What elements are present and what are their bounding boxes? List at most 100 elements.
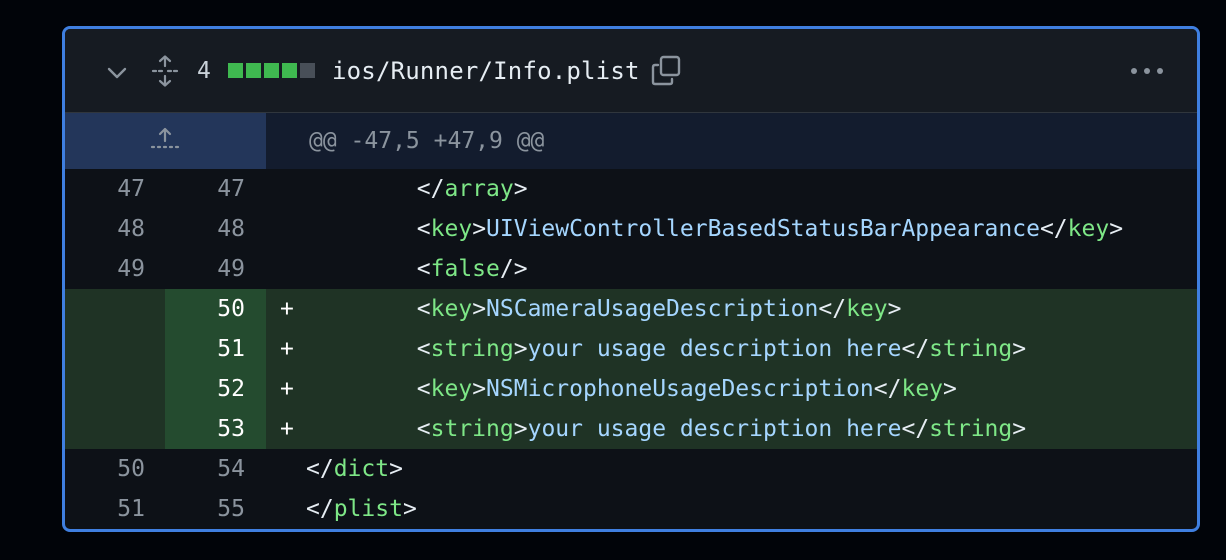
code-token-punc: > bbox=[1012, 416, 1027, 442]
diff-file-card: 4 ios/Runner/Info.plist @@ -47,5 +47,9 @… bbox=[62, 26, 1200, 532]
code-token-punc: > bbox=[513, 416, 528, 442]
file-path[interactable]: ios/Runner/Info.plist bbox=[332, 56, 640, 86]
added-line-row: 51 + <string>your usage description here<… bbox=[65, 329, 1197, 369]
diffstat-square-add bbox=[264, 63, 279, 78]
added-line-row: 53 + <string>your usage description here<… bbox=[65, 409, 1197, 449]
diff-sign: + bbox=[280, 416, 294, 442]
context-line-row: 50 54 </dict> bbox=[65, 449, 1197, 489]
diffstat-square-add bbox=[282, 63, 297, 78]
added-line-row: 50 + <key>NSCameraUsageDescription</key> bbox=[65, 289, 1197, 329]
code-token-tag: string bbox=[929, 336, 1013, 362]
code-token-punc: > bbox=[1012, 336, 1027, 362]
code-token-punc: > bbox=[402, 496, 417, 522]
code-token-punc: </ bbox=[306, 456, 334, 482]
code-token-punc: > bbox=[472, 216, 487, 242]
code-token-punc: > bbox=[472, 296, 487, 322]
old-line-number[interactable]: 51 bbox=[65, 489, 165, 529]
new-line-number[interactable]: 49 bbox=[165, 249, 266, 289]
expand-all-icon[interactable] bbox=[151, 55, 179, 87]
code-token-punc: > bbox=[389, 456, 403, 482]
new-line-number[interactable]: 54 bbox=[165, 449, 266, 489]
code-token-punc: > bbox=[1109, 216, 1124, 242]
code-token-tag: key bbox=[1067, 216, 1110, 242]
code-token-name: your usage description here bbox=[527, 416, 902, 442]
code-line: <key>NSMicrophoneUsageDescription</key> bbox=[306, 369, 957, 409]
code-token-tag: key bbox=[430, 376, 473, 402]
new-line-number[interactable]: 47 bbox=[165, 169, 266, 209]
diff-sign: + bbox=[280, 376, 294, 402]
code-token-punc: > bbox=[887, 296, 902, 322]
code-line: <string>your usage description here</str… bbox=[306, 329, 1026, 369]
code-line: </dict> bbox=[306, 449, 403, 489]
code-token-tag: string bbox=[430, 416, 514, 442]
code-token-punc: </ bbox=[873, 376, 902, 402]
code-token-punc: > bbox=[513, 176, 528, 202]
code-token-punc: > bbox=[513, 336, 528, 362]
code-token-punc: > bbox=[943, 376, 957, 402]
new-line-number[interactable]: 53 bbox=[165, 409, 266, 449]
code-line: <false/> bbox=[306, 249, 528, 289]
code-line: <key>UIViewControllerBasedStatusBarAppea… bbox=[306, 209, 1123, 249]
new-line-number[interactable]: 52 bbox=[165, 369, 266, 409]
code-token-punc: </ bbox=[1039, 216, 1068, 242]
diffstat-bar bbox=[228, 63, 315, 78]
code-token-tag: dict bbox=[333, 456, 390, 482]
change-count: 4 bbox=[197, 58, 211, 84]
code-token-punc: < bbox=[416, 416, 431, 442]
copy-icon[interactable] bbox=[650, 55, 682, 87]
context-line-row: 4747 </array> bbox=[65, 169, 1197, 209]
code-token-tag: false bbox=[430, 256, 500, 282]
context-line-row: 51 55 </plist> bbox=[65, 489, 1197, 529]
code-token-tag: key bbox=[430, 296, 473, 322]
code-token-punc: < bbox=[416, 256, 431, 282]
added-line-row: 52 + <key>NSMicrophoneUsageDescription</k… bbox=[65, 369, 1197, 409]
code-token-tag: key bbox=[846, 296, 888, 322]
diffstat-square-add bbox=[228, 63, 243, 78]
code-line: <string>your usage description here</str… bbox=[306, 409, 1026, 449]
new-line-number[interactable]: 50 bbox=[165, 289, 266, 329]
new-line-number[interactable]: 51 bbox=[165, 329, 266, 369]
expand-up-button[interactable] bbox=[65, 113, 266, 169]
kebab-horizontal-icon[interactable] bbox=[1129, 63, 1165, 79]
context-line-row: 49 49 <false/> bbox=[65, 249, 1197, 289]
chevron-down-icon[interactable] bbox=[105, 61, 129, 85]
code-line: </array> bbox=[306, 169, 528, 209]
code-token-punc: > bbox=[472, 376, 487, 402]
code-token-punc: < bbox=[416, 216, 431, 242]
code-token-tag: plist bbox=[333, 496, 403, 522]
diff-table: @@ -47,5 +47,9 @@ 4747 </array>4848 <key… bbox=[65, 113, 1197, 529]
code-token-tag: string bbox=[929, 416, 1013, 442]
new-line-number[interactable]: 55 bbox=[165, 489, 266, 529]
code-token-punc: </ bbox=[818, 296, 847, 322]
code-token-punc: < bbox=[416, 296, 431, 322]
code-token-tag: array bbox=[444, 176, 514, 202]
context-line-row: 4848 <key>UIViewControllerBasedStatusBar… bbox=[65, 209, 1197, 249]
diffstat-square-add bbox=[246, 63, 261, 78]
diff-lines: 4747 </array>4848 <key>UIViewControllerB… bbox=[65, 169, 1197, 529]
code-token-punc: </ bbox=[416, 176, 445, 202]
expand-up-icon bbox=[150, 127, 180, 149]
code-token-punc: < bbox=[416, 376, 431, 402]
diff-sign: + bbox=[280, 296, 294, 322]
diff-sign: + bbox=[280, 336, 294, 362]
code-token-punc: </ bbox=[306, 496, 334, 522]
code-token-name: UIViewControllerBasedStatusBarAppearance bbox=[486, 216, 1040, 242]
code-token-name: NSCameraUsageDescription bbox=[486, 296, 819, 322]
code-token-tag: string bbox=[430, 336, 514, 362]
diffstat-square-neutral bbox=[300, 63, 315, 78]
code-token-punc: </ bbox=[901, 336, 930, 362]
code-line: <key>NSCameraUsageDescription</key> bbox=[306, 289, 902, 329]
old-line-number[interactable]: 50 bbox=[65, 449, 165, 489]
code-line: </plist> bbox=[306, 489, 417, 529]
file-header: 4 ios/Runner/Info.plist bbox=[65, 29, 1197, 113]
code-token-punc: </ bbox=[901, 416, 930, 442]
old-line-number[interactable]: 49 bbox=[65, 249, 165, 289]
code-token-punc: /> bbox=[499, 256, 528, 282]
new-line-number[interactable]: 48 bbox=[165, 209, 266, 249]
